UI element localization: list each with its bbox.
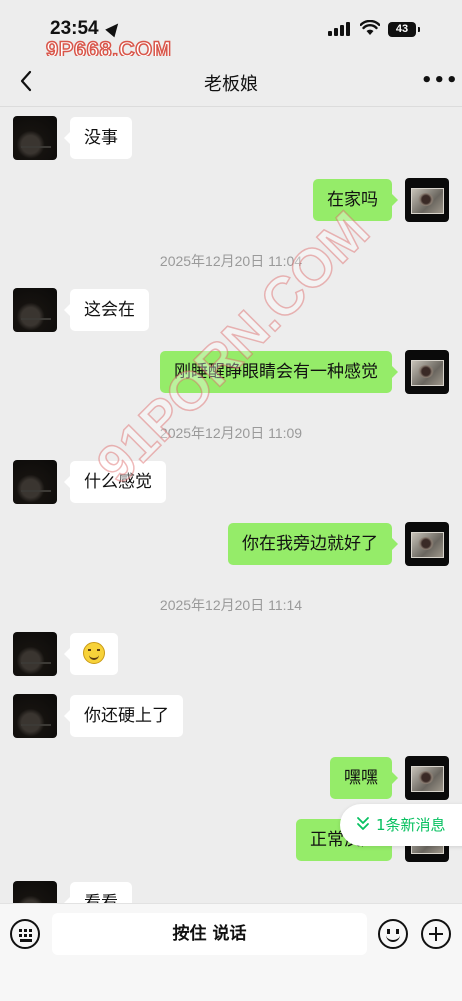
incoming-message[interactable]: 这会在 <box>64 289 149 331</box>
my-avatar[interactable] <box>405 522 449 566</box>
chat-header: 老板娘 ••• <box>0 56 462 107</box>
outgoing-message[interactable]: 嘿嘿 <box>330 757 398 799</box>
more-options-icon[interactable]: ••• <box>421 70 458 91</box>
contact-avatar[interactable] <box>13 881 57 903</box>
message-list[interactable]: 没事 在家吗 2025年12月20日 11:04 这会在 刚睡醒睁眼睛会有一种感… <box>0 107 462 903</box>
timestamp: 2025年12月20日 11:09 <box>159 425 303 441</box>
location-arrow-icon <box>105 19 123 38</box>
status-bar: 23:54 9P668.COM 43 <box>0 0 462 63</box>
battery-tip <box>418 27 420 32</box>
chat-title: 老板娘 <box>204 74 258 95</box>
incoming-message[interactable]: 没事 <box>64 117 132 159</box>
contact-avatar[interactable] <box>13 116 57 160</box>
my-avatar[interactable] <box>405 178 449 222</box>
incoming-message[interactable] <box>64 633 118 675</box>
outgoing-message[interactable]: 刚睡醒睁眼睛会有一种感觉 <box>160 351 398 393</box>
new-messages-button[interactable]: 1条新消息 <box>340 804 462 846</box>
double-chevron-down-icon <box>357 817 369 830</box>
my-avatar[interactable] <box>405 756 449 800</box>
battery-indicator: 43 <box>388 22 416 37</box>
new-messages-label: 1条新消息 <box>376 816 446 834</box>
contact-avatar[interactable] <box>13 460 57 504</box>
cellular-signal-icon <box>328 22 352 36</box>
smile-emoji-icon <box>83 641 105 664</box>
wifi-icon <box>360 20 380 35</box>
incoming-message[interactable]: 看看 <box>64 882 132 903</box>
contact-avatar[interactable] <box>13 632 57 676</box>
outgoing-message[interactable]: 在家吗 <box>313 179 398 221</box>
emoji-icon[interactable] <box>378 919 408 949</box>
timestamp: 2025年12月20日 11:04 <box>159 253 303 269</box>
diagonal-watermark: 91PORN.COM <box>85 199 381 496</box>
input-bar: 按住 说话 <box>0 903 462 1001</box>
keyboard-icon[interactable] <box>10 919 40 949</box>
contact-avatar[interactable] <box>13 694 57 738</box>
incoming-message[interactable]: 你还硬上了 <box>64 695 183 737</box>
hold-to-talk-button[interactable]: 按住 说话 <box>52 913 367 955</box>
contact-avatar[interactable] <box>13 288 57 332</box>
incoming-message[interactable]: 什么感觉 <box>64 461 166 503</box>
timestamp: 2025年12月20日 11:14 <box>159 597 303 613</box>
my-avatar[interactable] <box>405 350 449 394</box>
outgoing-message[interactable]: 你在我旁边就好了 <box>228 523 398 565</box>
plus-icon[interactable] <box>421 919 451 949</box>
